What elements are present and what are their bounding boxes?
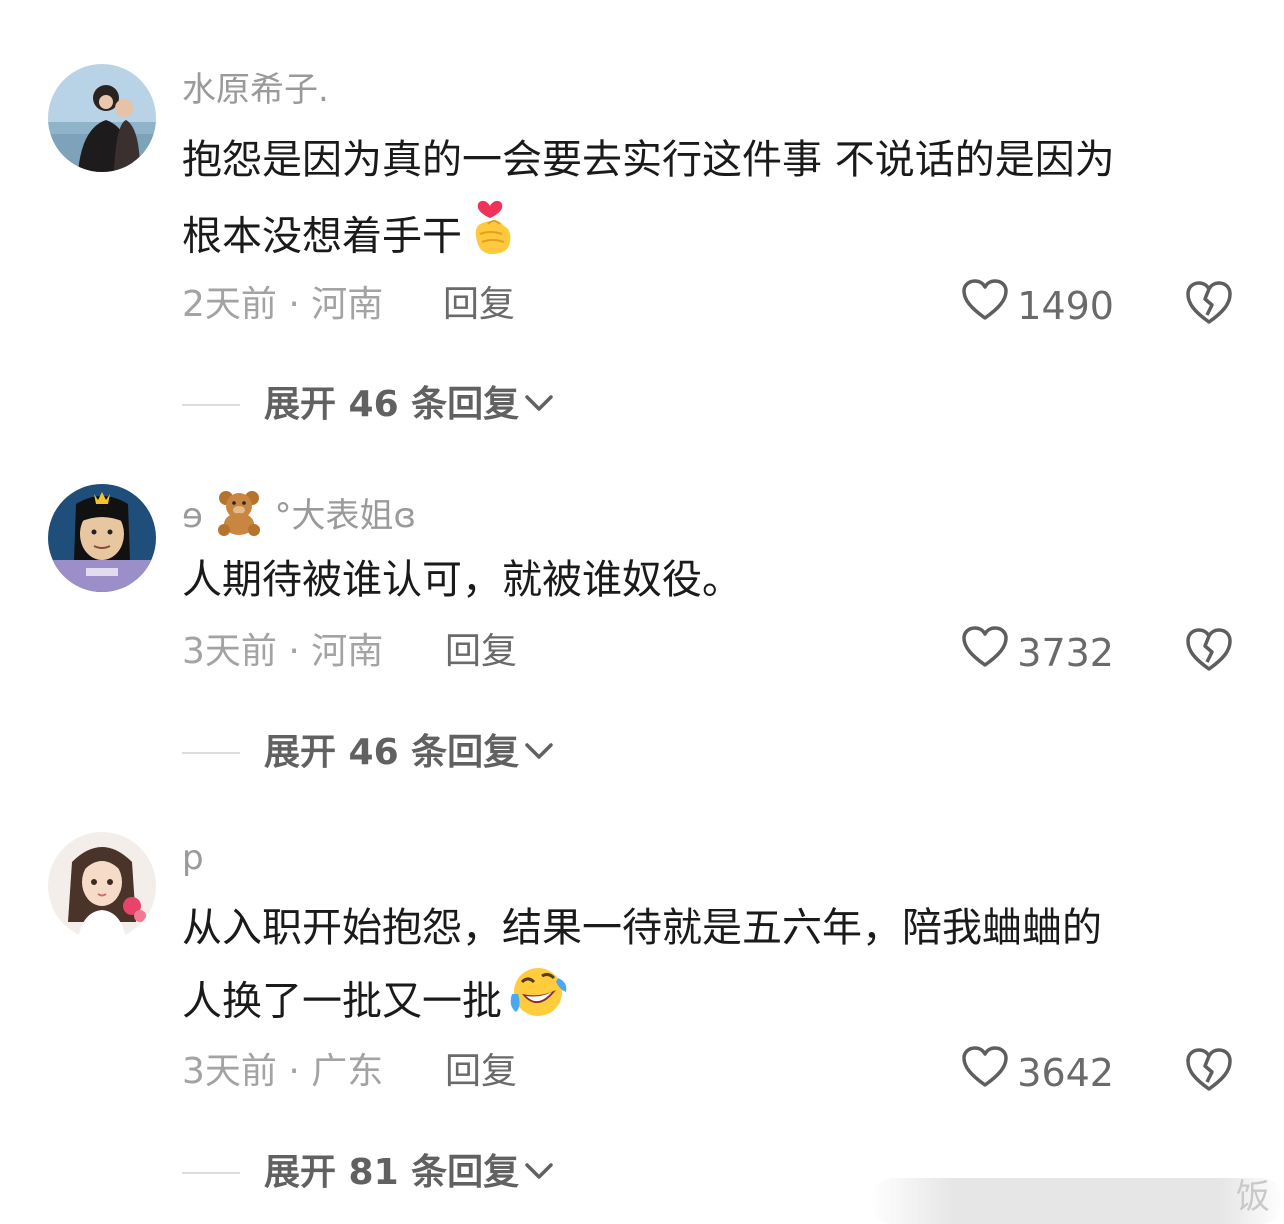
username-fragment: ɘ	[182, 496, 203, 536]
expand-replies-button[interactable]: 展开 46 条回复	[182, 728, 555, 778]
broken-heart-icon	[1186, 281, 1232, 324]
like-count: 3732	[1017, 631, 1114, 675]
heart-icon	[961, 1045, 1009, 1101]
comment-text-line: 人期待被谁认可，就被谁奴役。	[182, 557, 742, 603]
username[interactable]: ɘ °大表姐ɞ	[182, 488, 416, 547]
expand-replies-label: 展开 46 条回复	[264, 384, 520, 425]
chevron-down-icon	[523, 739, 555, 767]
username[interactable]: 水原希子.	[182, 68, 329, 112]
expand-replies-label: 展开 46 条回复	[264, 732, 520, 773]
comment-text-line: 抱怨是因为真的一会要去实行这件事 不说话的是因为	[182, 137, 1115, 183]
broken-heart-icon	[1186, 628, 1232, 671]
comment-text: 从入职开始抱怨，结果一待就是五六年，陪我蛐蛐的 人换了一批又一批	[182, 892, 1242, 1043]
teddy-bear-emoji	[214, 488, 264, 547]
chevron-down-icon	[523, 391, 555, 419]
dislike-button[interactable]	[1184, 278, 1234, 328]
watermark-bar	[870, 1178, 1284, 1224]
like-button[interactable]: 3642	[961, 1045, 1114, 1101]
watermark-text: 饭	[1236, 1177, 1270, 1217]
like-count: 3642	[1017, 1051, 1114, 1095]
comment-meta: 3天前 · 河南	[182, 631, 384, 672]
expand-replies-label: 展开 81 条回复	[264, 1152, 520, 1193]
comment-text: 抱怨是因为真的一会要去实行这件事 不说话的是因为 根本没想着手干	[182, 124, 1242, 281]
username-fragment: °大表姐ɞ	[274, 496, 417, 536]
finger-heart-emoji	[468, 196, 518, 281]
reply-button[interactable]: 回复	[445, 627, 517, 677]
expand-replies-button[interactable]: 展开 46 条回复	[182, 380, 555, 430]
chevron-down-icon	[523, 1159, 555, 1187]
divider-line	[182, 404, 240, 406]
comment-text-line: 人换了一批又一批	[182, 964, 1242, 1043]
avatar[interactable]	[48, 64, 156, 172]
avatar[interactable]	[48, 832, 156, 940]
reply-button[interactable]: 回复	[445, 1047, 517, 1097]
comment-text-fragment: 人换了一批又一批	[182, 978, 502, 1025]
divider-line	[182, 752, 240, 754]
expand-replies-button[interactable]: 展开 81 条回复	[182, 1148, 555, 1198]
broken-heart-icon	[1186, 1048, 1232, 1091]
username[interactable]: p	[182, 836, 204, 880]
like-button[interactable]: 3732	[961, 625, 1114, 681]
comment-meta: 2天前 · 河南	[182, 284, 384, 325]
like-count: 1490	[1017, 284, 1114, 328]
comment-text: 人期待被谁认可，就被谁奴役。	[182, 544, 1242, 616]
dislike-button[interactable]	[1184, 1045, 1234, 1095]
heart-icon	[961, 278, 1009, 334]
divider-line	[182, 1172, 240, 1174]
comment-meta: 3天前 · 广东	[182, 1051, 384, 1092]
avatar[interactable]	[48, 484, 156, 592]
laughing-tears-emoji	[508, 964, 568, 1043]
like-button[interactable]: 1490	[961, 278, 1114, 334]
comment-text-line: 根本没想着手干	[182, 196, 1242, 281]
comment-text-line: 从入职开始抱怨，结果一待就是五六年，陪我蛐蛐的	[182, 905, 1102, 951]
comment-text-fragment: 根本没想着手干	[182, 213, 462, 260]
reply-button[interactable]: 回复	[443, 280, 515, 330]
dislike-button[interactable]	[1184, 625, 1234, 675]
heart-icon	[961, 625, 1009, 681]
